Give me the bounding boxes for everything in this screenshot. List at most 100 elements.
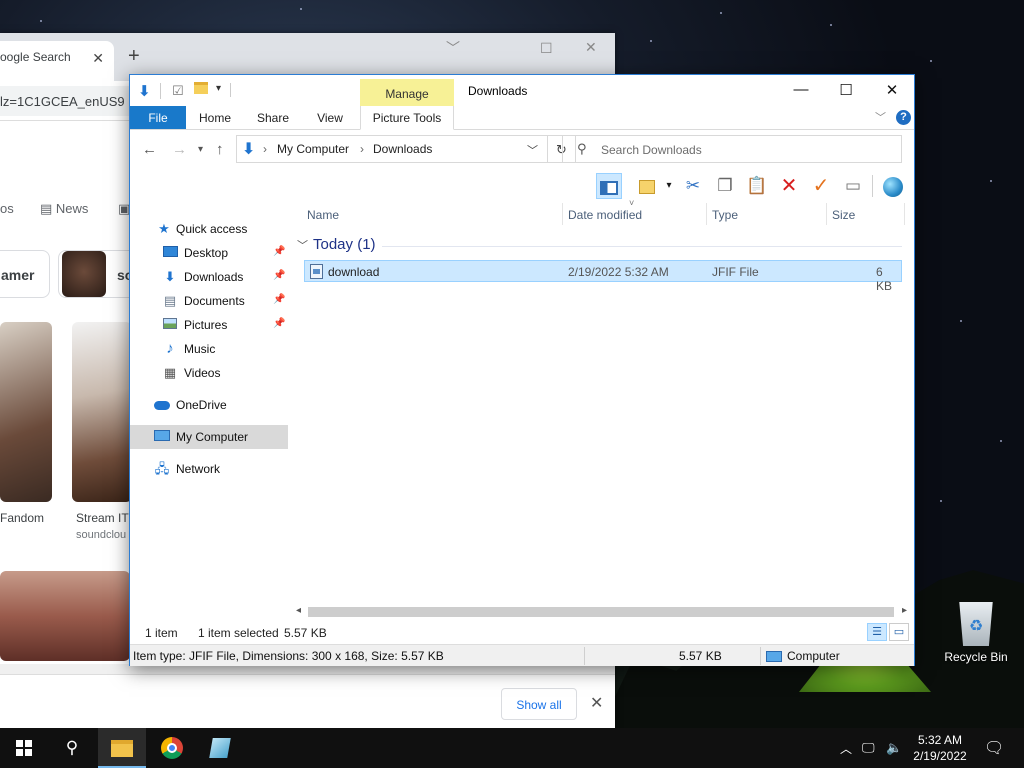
close-icon[interactable]: ✕ xyxy=(869,78,915,104)
sidebar-item-downloads[interactable]: ⬇ Downloads 📌 xyxy=(130,265,288,289)
sidebar-item-label: Downloads xyxy=(184,270,244,284)
chrome-taskbar-icon[interactable] xyxy=(148,728,196,768)
notepad-taskbar-icon[interactable] xyxy=(196,728,244,768)
pin-icon[interactable]: 📌 xyxy=(273,246,285,257)
close-download-bar-icon[interactable]: ✕ xyxy=(590,693,603,713)
search-input[interactable]: ⚲ Search Downloads xyxy=(562,135,902,163)
sidebar-item-documents[interactable]: ▤ Documents 📌 xyxy=(130,289,288,313)
image-file-icon xyxy=(310,264,323,279)
recent-locations-icon[interactable]: ▾ xyxy=(198,144,203,155)
sidebar-item-onedrive[interactable]: OneDrive xyxy=(130,393,288,417)
sidebar-item-desktop[interactable]: Desktop 📌 xyxy=(130,241,288,265)
globe-icon[interactable] xyxy=(880,173,906,199)
paste-icon[interactable]: 📋 xyxy=(744,173,770,199)
download-arrow-icon: ⬇ xyxy=(164,269,176,284)
column-divider[interactable] xyxy=(826,203,827,225)
preview-pane-icon[interactable] xyxy=(596,173,622,199)
tab-share[interactable]: Share xyxy=(250,106,296,129)
help-icon[interactable]: ? xyxy=(896,110,911,125)
new-tab-button[interactable]: + xyxy=(128,45,140,68)
copy-icon[interactable]: ❐ xyxy=(712,173,738,199)
network-status-icon[interactable]: 🖵 xyxy=(862,740,875,756)
column-header-type[interactable]: Type xyxy=(712,208,738,222)
chrome-close-icon[interactable]: ✕ xyxy=(585,39,597,56)
sidebar-item-videos[interactable]: ▦ Videos xyxy=(130,361,288,385)
large-icons-view-icon[interactable]: ▭ xyxy=(889,623,909,641)
pin-icon[interactable]: 📌 xyxy=(273,270,285,281)
expand-ribbon-icon[interactable]: ﹀ xyxy=(875,109,886,125)
sidebar-item-quick-access[interactable]: ★ Quick access xyxy=(130,217,288,241)
image-result-title[interactable]: Stream IT xyxy=(76,511,129,525)
column-divider[interactable] xyxy=(706,203,707,225)
details-bar: Item type: JFIF File, Dimensions: 300 x … xyxy=(130,644,914,666)
scroll-right-icon[interactable]: ▸ xyxy=(902,605,907,616)
image-result-thumbnail[interactable] xyxy=(0,322,52,502)
file-explorer-taskbar-icon[interactable] xyxy=(98,728,146,768)
column-header-size[interactable]: Size xyxy=(832,208,855,222)
show-all-button[interactable]: Show all xyxy=(501,688,577,720)
chrome-minimize-icon[interactable]: ﹀ xyxy=(446,38,460,58)
search-filter-news[interactable]: ▤ News xyxy=(40,201,88,217)
tab-file[interactable]: File xyxy=(130,106,186,129)
manage-contextual-tab[interactable]: Manage xyxy=(360,79,454,106)
desktop-icon xyxy=(162,245,178,261)
details-size: 5.57 KB xyxy=(679,649,722,663)
star xyxy=(940,500,942,502)
breadcrumb-downloads[interactable]: Downloads xyxy=(373,142,432,156)
column-header-name[interactable]: Name xyxy=(307,208,339,222)
chrome-maximize-icon[interactable]: ☐ xyxy=(540,40,553,57)
toolbar-dropdown-icon[interactable]: ▾ xyxy=(656,173,682,199)
new-folder-icon[interactable] xyxy=(194,81,208,98)
minimize-icon[interactable]: — xyxy=(778,78,824,104)
sidebar-item-my-computer[interactable]: My Computer xyxy=(130,425,288,449)
details-view-icon[interactable]: ☰ xyxy=(867,623,887,641)
breadcrumb-my-computer[interactable]: My Computer xyxy=(277,142,349,156)
back-arrow-icon[interactable]: ← xyxy=(142,141,157,158)
maximize-icon[interactable]: ☐ xyxy=(823,78,869,104)
sidebar-item-pictures[interactable]: Pictures 📌 xyxy=(130,313,288,337)
image-result-thumbnail[interactable] xyxy=(72,322,132,502)
tab-home[interactable]: Home xyxy=(192,106,238,129)
qat-dropdown-icon[interactable]: ▾ xyxy=(216,83,221,94)
notifications-icon[interactable]: 🗨 xyxy=(984,738,1004,758)
column-divider[interactable] xyxy=(904,203,905,225)
delete-icon[interactable]: ✕ xyxy=(776,173,802,199)
up-arrow-icon[interactable]: ↑ xyxy=(216,141,224,158)
sidebar-item-music[interactable]: ♪ Music xyxy=(130,337,288,361)
column-divider[interactable] xyxy=(562,203,563,225)
horizontal-scrollbar[interactable]: ◂ ▸ xyxy=(294,605,914,619)
recycle-bin[interactable]: Recycle Bin xyxy=(940,602,1012,664)
collapse-chevron-icon[interactable]: ﹀ xyxy=(297,240,308,252)
forward-arrow-icon[interactable]: → xyxy=(172,141,187,158)
tab-picture-tools[interactable]: Picture Tools xyxy=(360,106,454,130)
sidebar-item-network[interactable]: 🖧 Network xyxy=(130,457,288,481)
pin-icon[interactable]: 📌 xyxy=(273,294,285,305)
checkmark-icon[interactable]: ✓ xyxy=(808,173,834,199)
related-chip[interactable]: amer xyxy=(0,250,50,298)
volume-icon[interactable]: 🔈 xyxy=(886,740,902,756)
file-row[interactable]: download 2/19/2022 5:32 AM JFIF File 6 K… xyxy=(304,260,902,293)
cloud-icon xyxy=(154,397,170,413)
start-button[interactable] xyxy=(0,728,48,768)
item-details: Item type: JFIF File, Dimensions: 300 x … xyxy=(133,649,444,663)
pin-icon[interactable]: 📌 xyxy=(273,318,285,329)
address-bar[interactable]: ⬇ › My Computer › Downloads ﹀ xyxy=(236,135,548,163)
tab-view[interactable]: View xyxy=(308,106,352,129)
ribbon-tabs: File Home Share View Picture Tools ﹀ ? xyxy=(130,106,914,130)
image-result-thumbnail[interactable] xyxy=(0,571,130,661)
taskbar-clock[interactable]: 5:32 AM 2/19/2022 xyxy=(908,732,972,764)
rename-icon[interactable]: ▭ xyxy=(840,173,866,199)
scroll-left-icon[interactable]: ◂ xyxy=(296,605,301,616)
chrome-tab[interactable]: oogle Search ✕ xyxy=(0,41,114,81)
show-hidden-icons-icon[interactable]: ︿ xyxy=(840,740,852,757)
properties-icon[interactable]: ☑ xyxy=(172,83,184,99)
search-icon[interactable]: ⚲ xyxy=(48,728,96,768)
image-result-title[interactable]: Fandom xyxy=(0,511,44,525)
group-header-today[interactable]: ﹀ Today (1) xyxy=(297,236,376,253)
scrollbar-thumb[interactable] xyxy=(308,607,894,617)
search-filter-images[interactable]: os xyxy=(0,201,14,216)
address-dropdown-icon[interactable]: ﹀ xyxy=(527,142,538,158)
cut-icon[interactable]: ✂ xyxy=(680,173,706,199)
column-header-date-modified[interactable]: Date modified xyxy=(568,208,642,222)
close-tab-icon[interactable]: ✕ xyxy=(92,50,104,67)
